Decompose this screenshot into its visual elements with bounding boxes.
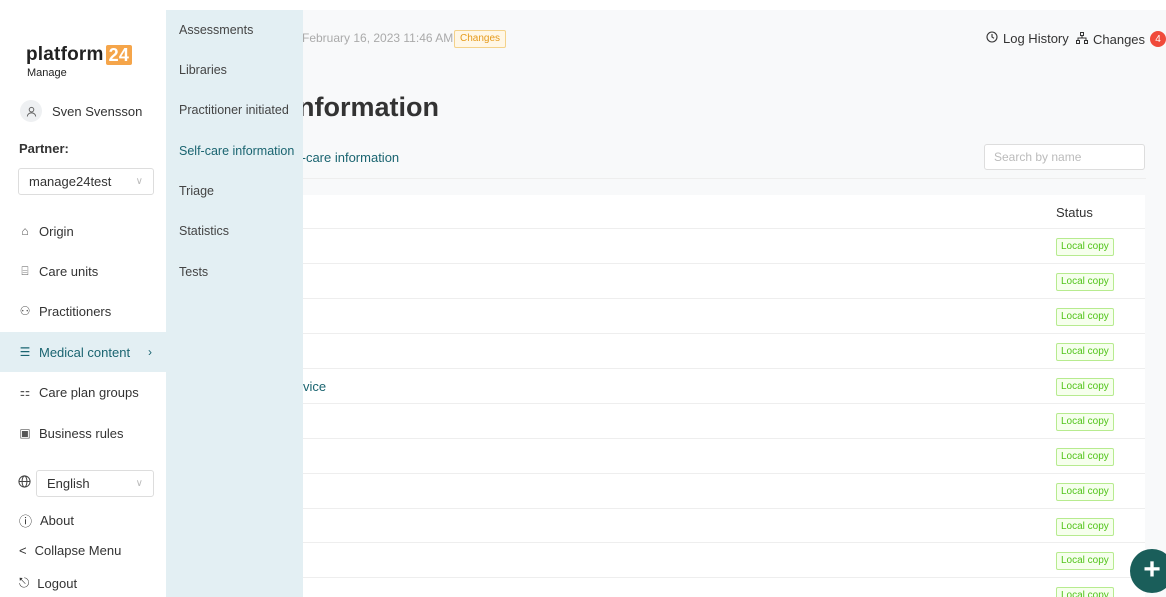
nav-item-label: Care units: [39, 263, 99, 279]
table-row[interactable]: Local copy: [303, 228, 1145, 263]
logo-badge: 24: [105, 45, 133, 65]
status-badge: Local copy: [1056, 552, 1114, 570]
column-header-status: Status: [1056, 205, 1093, 220]
submenu-item-self-care-information[interactable]: Self-care information: [179, 144, 294, 158]
changes-tag: Changes: [454, 30, 507, 48]
log-history-button[interactable]: Log History: [986, 31, 1069, 46]
bank-icon: ⌸: [21, 263, 29, 278]
chevron-down-icon: ∨: [135, 478, 143, 489]
collapse-menu-button[interactable]: < Collapse Menu: [19, 543, 121, 558]
page-title: nformation: [298, 92, 439, 122]
status-badge: Local copy: [1056, 413, 1114, 431]
table-row[interactable]: Local copy: [303, 333, 1145, 368]
sidebar: platform 24 Manage Sven Svensson Partner:…: [0, 0, 166, 597]
table-row[interactable]: Local copy: [303, 403, 1145, 438]
logout-label: Logout: [37, 575, 78, 591]
about-label: About: [40, 513, 74, 528]
status-badge: Local copy: [1056, 448, 1114, 466]
chevron-left-icon: <: [19, 543, 27, 558]
clock-icon: [986, 31, 998, 46]
status-badge: Local copy: [1056, 343, 1114, 361]
changes-button[interactable]: Changes 4: [1076, 31, 1166, 47]
row-name[interactable]: vice: [303, 379, 326, 394]
hierarchy-icon: [1076, 31, 1088, 47]
submenu-item-assessments[interactable]: Assessments: [179, 23, 253, 37]
status-badge: Local copy: [1056, 587, 1114, 597]
table-row[interactable]: Local copy: [303, 542, 1145, 577]
submenu-item-statistics[interactable]: Statistics: [179, 224, 229, 238]
nav-item-care-plan-groups[interactable]: ⚏ Care plan groups: [0, 372, 166, 412]
table-row[interactable]: Local copy: [303, 263, 1145, 298]
status-badge: Local copy: [1056, 483, 1114, 501]
nav-item-business-rules[interactable]: ▣ Business rules: [0, 413, 166, 453]
logo-text: platform: [26, 44, 104, 65]
chevron-right-icon: ›: [148, 345, 152, 359]
language-value: English: [47, 476, 90, 491]
status-badge: Local copy: [1056, 378, 1114, 396]
table-row[interactable]: vice Local copy: [303, 368, 1145, 403]
submenu-item-tests[interactable]: Tests: [179, 265, 208, 279]
divider: [303, 178, 1146, 179]
status-badge: Local copy: [1056, 518, 1114, 536]
medical-content-submenu: Assessments Libraries Practitioner initi…: [166, 10, 303, 597]
table-row[interactable]: Local copy: [303, 298, 1145, 333]
table-row[interactable]: Local copy: [303, 438, 1145, 473]
partner-label: Partner:: [19, 141, 69, 156]
nav-item-care-units[interactable]: ⌸ Care units: [0, 251, 166, 291]
user-icon: [20, 100, 42, 122]
status-badge: Local copy: [1056, 308, 1114, 326]
nav-item-origin[interactable]: ⌂ Origin: [0, 211, 166, 251]
partner-select[interactable]: manage24test ∨: [18, 168, 154, 195]
status-badge: Local copy: [1056, 273, 1114, 291]
content-table: Status Local copy Local copy Local copy …: [303, 195, 1145, 597]
collapse-label: Collapse Menu: [34, 543, 122, 558]
log-history-label: Log History: [1003, 31, 1069, 46]
last-modified-date: February 16, 2023 11:46 AM: [302, 31, 454, 45]
about-link[interactable]: ⓘ About: [19, 511, 74, 530]
nav-item-label: Business rules: [39, 425, 124, 441]
breadcrumb[interactable]: f-care information: [298, 150, 399, 165]
partner-value: manage24test: [29, 174, 112, 189]
add-button[interactable]: +: [1130, 549, 1166, 593]
table-row[interactable]: Local copy: [303, 577, 1145, 597]
user-name: Sven Svensson: [52, 103, 143, 119]
content-icon: ☰: [19, 345, 31, 359]
search-input[interactable]: [984, 144, 1145, 170]
nav-item-label: Medical content: [39, 344, 131, 360]
nav-item-label: Origin: [39, 223, 74, 239]
chevron-down-icon: ∨: [135, 176, 143, 187]
submenu-item-libraries[interactable]: Libraries: [179, 63, 227, 77]
nav-item-label: Care plan groups: [39, 384, 139, 400]
info-icon: ⓘ: [19, 514, 33, 529]
submenu-item-practitioner-initiated[interactable]: Practitioner initiated: [179, 103, 289, 117]
logout-button[interactable]: ⎋ Logout: [19, 575, 77, 591]
logout-icon: ⎋: [19, 575, 30, 590]
status-badge: Local copy: [1056, 238, 1114, 256]
language-select[interactable]: English ∨: [36, 470, 154, 497]
changes-label: Changes: [1093, 31, 1146, 47]
submenu-item-triage[interactable]: Triage: [179, 184, 214, 198]
nav-item-label: Practitioners: [39, 303, 112, 319]
globe-icon: [18, 475, 31, 491]
logo[interactable]: platform 24 Manage: [26, 44, 133, 79]
table-row[interactable]: Local copy: [303, 473, 1145, 508]
logo-subtitle: Manage: [27, 67, 67, 79]
table-row[interactable]: Local copy: [303, 508, 1145, 543]
groups-icon: ⚏: [19, 385, 31, 399]
nav-item-medical-content[interactable]: ☰ Medical content ›: [0, 332, 166, 372]
home-icon: ⌂: [21, 224, 29, 238]
changes-count-badge: 4: [1150, 31, 1166, 47]
users-icon: ⚇: [19, 304, 31, 318]
rules-icon: ▣: [19, 426, 31, 440]
nav-item-practitioners[interactable]: ⚇ Practitioners: [0, 291, 166, 331]
user-profile[interactable]: Sven Svensson: [20, 100, 142, 122]
